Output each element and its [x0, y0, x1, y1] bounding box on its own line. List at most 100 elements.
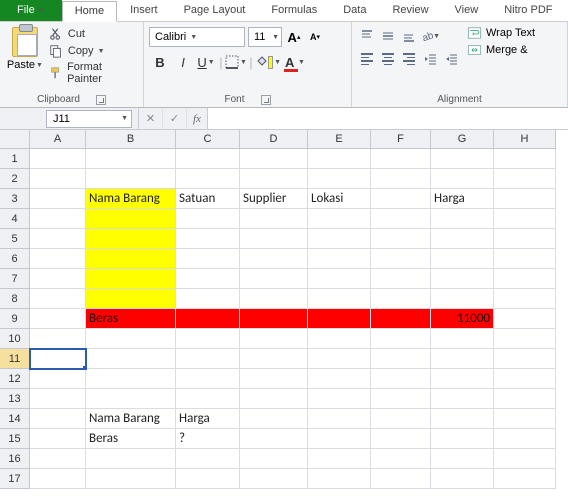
cell-G1[interactable]	[431, 149, 494, 169]
col-header-D[interactable]: D	[240, 130, 308, 149]
cell-A1[interactable]	[30, 149, 86, 169]
cell-D17[interactable]	[240, 469, 308, 489]
row-header-2[interactable]: 2	[0, 169, 30, 189]
cell-F4[interactable]	[371, 209, 431, 229]
decrease-indent-button[interactable]	[420, 49, 440, 69]
cell-F13[interactable]	[371, 389, 431, 409]
cell-E1[interactable]	[308, 149, 371, 169]
cell-D5[interactable]	[240, 229, 308, 249]
formula-input[interactable]	[207, 108, 568, 129]
paste-button[interactable]: Paste▼	[7, 59, 43, 71]
cell-D16[interactable]	[240, 449, 308, 469]
cell-D6[interactable]	[240, 249, 308, 269]
col-header-F[interactable]: F	[371, 130, 431, 149]
cell-B14[interactable]: Nama Barang	[86, 409, 176, 429]
cell-D7[interactable]	[240, 269, 308, 289]
cell-A15[interactable]	[30, 429, 86, 449]
cell-E8[interactable]	[308, 289, 371, 309]
font-color-button[interactable]: A▼	[282, 51, 308, 73]
cell-B8[interactable]	[86, 289, 176, 309]
tab-insert[interactable]: Insert	[117, 0, 171, 21]
cell-A16[interactable]	[30, 449, 86, 469]
cell-B17[interactable]	[86, 469, 176, 489]
cell-C15[interactable]: ?	[176, 429, 240, 449]
cell-D10[interactable]	[240, 329, 308, 349]
align-bottom-button[interactable]	[399, 26, 419, 46]
cell-E13[interactable]	[308, 389, 371, 409]
cell-C8[interactable]	[176, 289, 240, 309]
align-top-button[interactable]	[357, 26, 377, 46]
cell-E7[interactable]	[308, 269, 371, 289]
cell-H11[interactable]	[494, 349, 556, 369]
cell-D8[interactable]	[240, 289, 308, 309]
cell-B15[interactable]: Beras	[86, 429, 176, 449]
cell-F10[interactable]	[371, 329, 431, 349]
cell-D15[interactable]	[240, 429, 308, 449]
cell-C9[interactable]	[176, 309, 240, 329]
dialog-launcher-icon[interactable]	[261, 95, 271, 105]
cell-D4[interactable]	[240, 209, 308, 229]
cells-area[interactable]: Nama BarangSatuanSupplierLokasiHargaBera…	[30, 149, 556, 489]
cell-A10[interactable]	[30, 329, 86, 349]
cell-F3[interactable]	[371, 189, 431, 209]
cell-G7[interactable]	[431, 269, 494, 289]
cell-E6[interactable]	[308, 249, 371, 269]
tab-file[interactable]: File ▼	[0, 0, 62, 21]
align-center-button[interactable]	[378, 49, 398, 69]
row-header-15[interactable]: 15	[0, 429, 30, 449]
cell-B16[interactable]	[86, 449, 176, 469]
cell-E12[interactable]	[308, 369, 371, 389]
cell-H17[interactable]	[494, 469, 556, 489]
cell-A7[interactable]	[30, 269, 86, 289]
cell-D3[interactable]: Supplier	[240, 189, 308, 209]
row-header-14[interactable]: 14	[0, 409, 30, 429]
cell-E15[interactable]	[308, 429, 371, 449]
cell-F6[interactable]	[371, 249, 431, 269]
cell-A2[interactable]	[30, 169, 86, 189]
row-header-17[interactable]: 17	[0, 469, 30, 489]
cell-B10[interactable]	[86, 329, 176, 349]
tab-home[interactable]: Home	[62, 1, 117, 22]
cell-A9[interactable]	[30, 309, 86, 329]
cell-E10[interactable]	[308, 329, 371, 349]
col-header-B[interactable]: B	[86, 130, 176, 149]
cell-C16[interactable]	[176, 449, 240, 469]
row-header-3[interactable]: 3	[0, 189, 30, 209]
cell-E5[interactable]	[308, 229, 371, 249]
row-header-13[interactable]: 13	[0, 389, 30, 409]
align-right-button[interactable]	[399, 49, 419, 69]
cell-A17[interactable]	[30, 469, 86, 489]
cell-F7[interactable]	[371, 269, 431, 289]
row-header-6[interactable]: 6	[0, 249, 30, 269]
row-header-12[interactable]: 12	[0, 369, 30, 389]
cell-F8[interactable]	[371, 289, 431, 309]
cell-F11[interactable]	[371, 349, 431, 369]
cell-C10[interactable]	[176, 329, 240, 349]
cancel-formula-button[interactable]: ✕	[139, 108, 163, 130]
cell-G14[interactable]	[431, 409, 494, 429]
col-header-E[interactable]: E	[308, 130, 371, 149]
cell-B7[interactable]	[86, 269, 176, 289]
tab-data[interactable]: Data	[330, 0, 379, 21]
increase-font-button[interactable]: A▴	[285, 27, 303, 47]
cell-C4[interactable]	[176, 209, 240, 229]
cell-D2[interactable]	[240, 169, 308, 189]
cell-C3[interactable]: Satuan	[176, 189, 240, 209]
tab-formulas[interactable]: Formulas	[258, 0, 330, 21]
cell-A6[interactable]	[30, 249, 86, 269]
cell-E11[interactable]	[308, 349, 371, 369]
cell-D14[interactable]	[240, 409, 308, 429]
cell-E16[interactable]	[308, 449, 371, 469]
fx-button[interactable]: fx	[187, 113, 207, 125]
select-all-corner[interactable]	[0, 130, 30, 149]
cell-A4[interactable]	[30, 209, 86, 229]
cell-H2[interactable]	[494, 169, 556, 189]
cell-H15[interactable]	[494, 429, 556, 449]
align-middle-button[interactable]	[378, 26, 398, 46]
cell-B6[interactable]	[86, 249, 176, 269]
font-name-select[interactable]: Calibri▼	[149, 27, 245, 47]
col-header-A[interactable]: A	[30, 130, 86, 149]
cell-D13[interactable]	[240, 389, 308, 409]
cell-H9[interactable]	[494, 309, 556, 329]
cell-F15[interactable]	[371, 429, 431, 449]
